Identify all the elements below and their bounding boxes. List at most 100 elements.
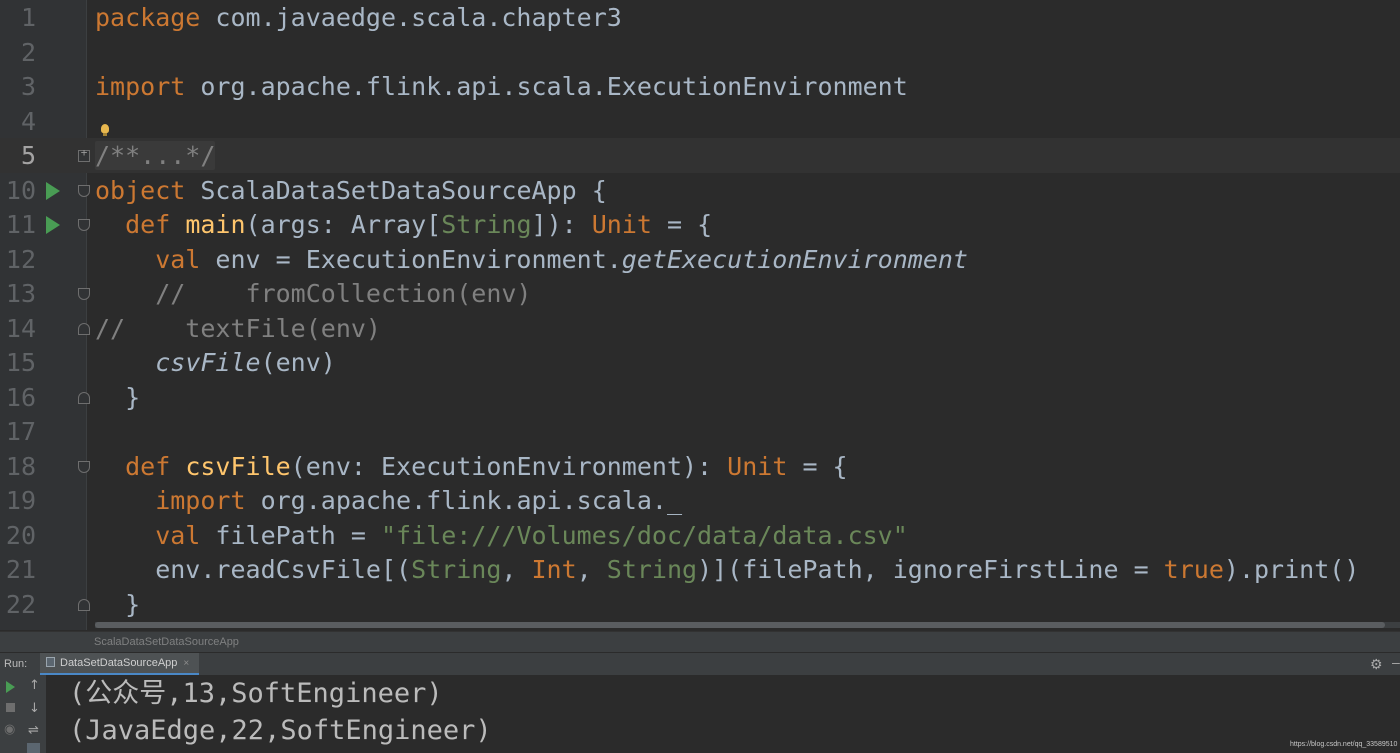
code-token: def (95, 451, 186, 481)
console-line: (JavaEdge,22,SoftEngineer) (69, 715, 492, 746)
code-token: String (606, 555, 698, 584)
lightbulb-icon[interactable] (101, 124, 109, 136)
code-line[interactable]: 10 object ScalaDataSetDataSourceApp { (0, 174, 1400, 209)
fold-marker-icon[interactable] (78, 288, 90, 300)
fold-marker-icon[interactable] (78, 219, 90, 231)
code-token: object (95, 175, 186, 205)
line-number: 15 (5, 348, 36, 377)
arrow-down-icon[interactable]: ↓ (29, 702, 40, 716)
code-text: import org.apache.flink.api.scala.Execut… (95, 70, 908, 105)
code-token: Unit (727, 451, 788, 481)
breadcrumb-bar: ScalaDataSetDataSourceApp (0, 631, 1400, 653)
code-line[interactable]: 19 import org.apache.flink.api.scala._ (0, 484, 1400, 519)
line-number: 12 (5, 244, 36, 274)
code-line[interactable]: 16 } (0, 381, 1400, 416)
fold-marker-icon[interactable] (78, 460, 90, 473)
fold-marker-icon[interactable] (78, 322, 90, 335)
run-tab[interactable]: DataSetDataSourceApp × (40, 653, 200, 675)
line-number: 16 (5, 382, 36, 412)
run-tab-label: DataSetDataSourceApp (60, 657, 178, 669)
camera-icon[interactable]: ◉ (4, 723, 15, 737)
code-text: env.readCsvFile[(String, Int, String)](f… (95, 553, 1359, 588)
watermark: https://blog.csdn.net/qq_33589510 (1290, 741, 1398, 748)
code-line[interactable]: 3 import org.apache.flink.api.scala.Execu… (0, 70, 1400, 105)
run-panel-label: Run: (4, 658, 28, 670)
rerun-icon[interactable] (6, 681, 15, 693)
code-editor[interactable]: 1 package com.javaedge.scala.chapter3 2 3 im… (0, 0, 1400, 630)
code-token: ).print() (1223, 555, 1360, 584)
console-output[interactable]: (公众号,13,SoftEngineer) (JavaEdge,22,SoftE… (47, 675, 1400, 753)
run-gutter-icon[interactable] (46, 216, 60, 234)
line-number: 22 (5, 589, 36, 619)
code-token: = { (787, 451, 848, 481)
code-token: import (95, 486, 246, 515)
fold-marker-icon[interactable] (78, 598, 90, 611)
code-token: // textFile(env) (95, 313, 381, 343)
line-number: 17 (5, 417, 36, 446)
code-line[interactable]: 14 // textFile(env) (0, 312, 1400, 347)
code-line[interactable]: 4 (0, 105, 1400, 140)
line-number: 10 (5, 175, 36, 205)
run-config-icon (46, 657, 55, 667)
line-number: 2 (20, 37, 36, 67)
code-line[interactable]: 5 /**...*/ (0, 139, 1400, 174)
run-toolbar: ◉ ↑ ↓ ⇌ (0, 675, 47, 753)
breadcrumb[interactable]: ScalaDataSetDataSourceApp (94, 636, 239, 648)
arrow-up-icon[interactable]: ↑ (29, 679, 40, 693)
code-line[interactable]: 21 env.readCsvFile[(String, Int, String)… (0, 553, 1400, 588)
code-token: package (95, 3, 201, 32)
code-line[interactable]: 13 // fromCollection(env) (0, 277, 1400, 312)
code-text: // textFile(env) (95, 312, 381, 347)
code-token: ScalaDataSetDataSourceApp { (185, 175, 607, 205)
line-number: 3 (20, 72, 36, 101)
hide-panel-icon[interactable]: – (1392, 654, 1400, 670)
code-token: "file:///Volumes/doc/data/data.csv" (380, 520, 908, 550)
code-text: def main(args: Array[String]): Unit = { (95, 208, 712, 243)
code-line[interactable]: 1 package com.javaedge.scala.chapter3 (0, 1, 1400, 36)
run-gutter-icon[interactable] (46, 181, 60, 200)
line-number: 4 (20, 106, 36, 136)
fold-marker-icon[interactable] (78, 391, 90, 404)
code-token: getExecutionEnvironment (621, 244, 968, 274)
line-number: 11 (5, 210, 36, 239)
scroll-to-end-icon[interactable] (27, 743, 40, 753)
gear-icon[interactable]: ⚙ (1370, 656, 1383, 673)
line-number: 19 (5, 486, 36, 515)
code-text: /**...*/ (95, 139, 216, 174)
code-token: (env) (260, 348, 336, 377)
horizontal-scrollbar[interactable] (95, 622, 1400, 628)
code-token: env = ExecutionEnvironment. (200, 244, 622, 274)
code-token: main (185, 210, 246, 239)
code-line[interactable]: 22 } (0, 588, 1400, 623)
code-token: Unit (591, 210, 652, 239)
code-token: csvFile (185, 451, 291, 481)
line-number: 14 (5, 313, 36, 343)
fold-marker-icon[interactable] (78, 184, 90, 197)
code-token: true (1163, 555, 1224, 584)
code-line[interactable]: 11 def main(args: Array[String]): Unit =… (0, 208, 1400, 243)
code-token: ]): (531, 210, 592, 239)
stop-icon[interactable] (6, 703, 15, 712)
code-line[interactable]: 15 csvFile(env) (0, 346, 1400, 381)
code-line[interactable]: 20 val filePath = "file:///Volumes/doc/d… (0, 519, 1400, 554)
code-line[interactable]: 2 (0, 36, 1400, 71)
code-token: = { (651, 210, 713, 239)
code-line[interactable]: 17 (0, 415, 1400, 450)
code-token: // fromCollection(env) (95, 279, 532, 308)
code-token: filePath = (200, 520, 381, 550)
close-tab-icon[interactable]: × (183, 658, 189, 669)
expand-fold-icon[interactable] (78, 146, 90, 162)
code-token: val (95, 520, 201, 550)
code-token: )](filePath, ignoreFirstLine = (697, 555, 1164, 584)
scrollbar-thumb[interactable] (95, 622, 1385, 628)
code-token: String (441, 210, 532, 239)
code-line[interactable]: 12 val env = ExecutionEnvironment.getExe… (0, 243, 1400, 278)
code-token: /**...*/ (95, 141, 216, 170)
soft-wrap-icon[interactable]: ⇌ (28, 724, 39, 738)
code-token: } (95, 382, 141, 412)
code-token: (args: Array[ (245, 210, 442, 239)
code-token: val (95, 244, 201, 274)
code-text: package com.javaedge.scala.chapter3 (95, 1, 622, 36)
code-line[interactable]: 18 def csvFile(env: ExecutionEnvironment… (0, 450, 1400, 485)
code-text: csvFile(env) (95, 346, 336, 381)
